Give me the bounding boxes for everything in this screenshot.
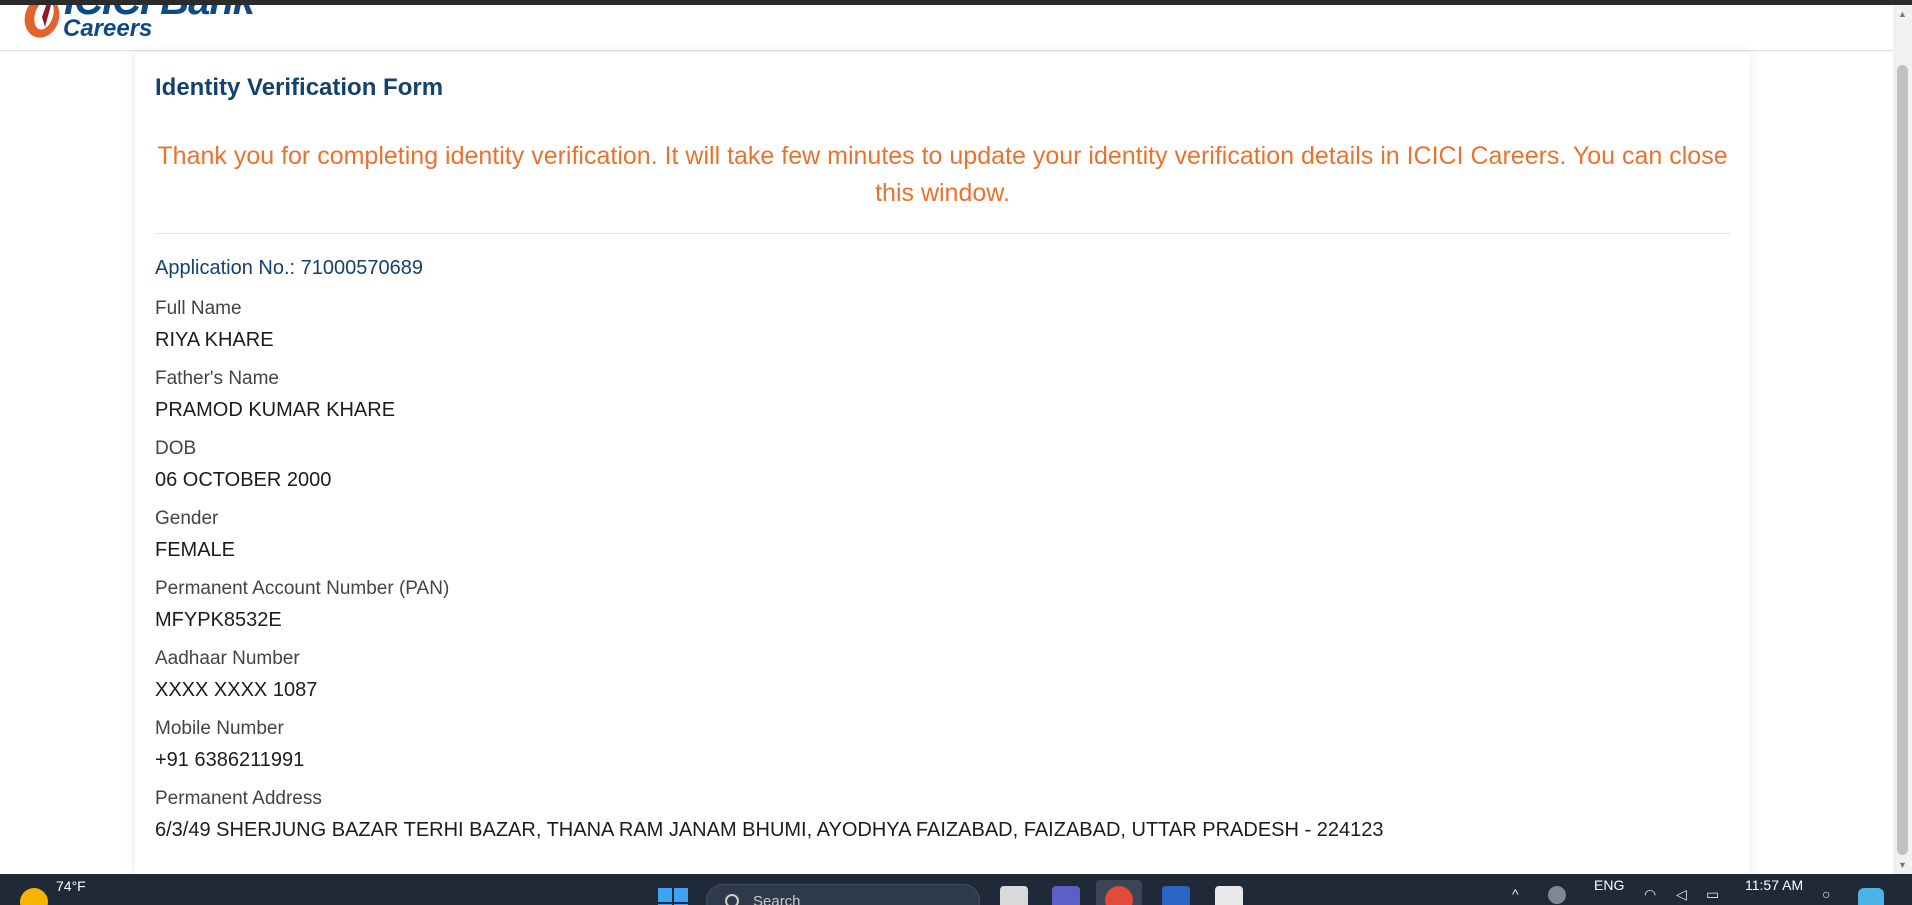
field-full-name: Full Name RIYA KHARE — [155, 297, 1715, 353]
page-title: Identity Verification Form — [155, 74, 444, 101]
field-value: MFYPK8532E — [155, 609, 282, 631]
clock-time[interactable]: 11:57 AM — [1745, 877, 1803, 905]
field-fathers-name: Father's Name PRAMOD KUMAR KHARE — [155, 367, 1715, 423]
field-mobile: Mobile Number +91 6386211991 — [155, 717, 1715, 773]
field-label: Aadhaar Number — [155, 648, 300, 669]
field-value: 6/3/49 SHERJUNG BAZAR TERHI BAZAR, THANA… — [155, 819, 1384, 841]
taskbar-search[interactable]: Search — [706, 884, 980, 905]
windows-taskbar: 74°F Search ^ ENG ◠ ◁ ▭ 11:57 AM ○ — [0, 874, 1912, 905]
field-value: +91 6386211991 — [155, 749, 305, 771]
app-icon[interactable] — [1215, 886, 1243, 905]
application-number: Application No.: 71000570689 — [155, 257, 423, 279]
field-value: FEMALE — [155, 539, 236, 561]
field-address: Permanent Address 6/3/49 SHERJUNG BAZAR … — [155, 787, 1715, 843]
field-aadhaar: Aadhaar Number XXXX XXXX 1087 — [155, 647, 1715, 703]
field-value: RIYA KHARE — [155, 329, 274, 351]
field-label: Permanent Address — [155, 788, 322, 809]
copilot-icon[interactable] — [1858, 888, 1884, 905]
field-label: Full Name — [155, 298, 242, 319]
start-button[interactable] — [658, 888, 688, 905]
weather-icon — [20, 888, 48, 905]
volume-icon[interactable]: ◁ — [1676, 886, 1687, 903]
battery-icon[interactable]: ▭ — [1706, 886, 1719, 903]
teams-icon[interactable] — [1052, 886, 1080, 905]
field-value: 06 OCTOBER 2000 — [155, 469, 332, 491]
site-header: ICICI Bank Careers — [0, 5, 1893, 51]
word-icon[interactable] — [1162, 886, 1190, 905]
field-value: PRAMOD KUMAR KHARE — [155, 399, 396, 421]
wifi-icon[interactable]: ◠ — [1644, 886, 1656, 903]
divider — [155, 233, 1730, 234]
search-icon — [725, 894, 739, 905]
search-placeholder: Search — [753, 893, 801, 905]
thank-you-message: Thank you for completing identity verifi… — [157, 142, 1728, 207]
vertical-scrollbar[interactable]: ▲ ▼ — [1893, 5, 1912, 874]
field-dob: DOB 06 OCTOBER 2000 — [155, 437, 1715, 493]
start-icon — [658, 888, 672, 902]
scroll-thumb[interactable] — [1897, 65, 1908, 855]
chevron-up-icon[interactable]: ^ — [1512, 886, 1519, 902]
field-gender: Gender FEMALE — [155, 507, 1715, 563]
weather-temperature: 74°F — [56, 878, 86, 894]
field-pan: Permanent Account Number (PAN) MFYPK8532… — [155, 577, 1715, 633]
field-value: XXXX XXXX 1087 — [155, 679, 318, 701]
task-view-icon[interactable] — [1000, 886, 1028, 905]
notification-icon[interactable]: ○ — [1822, 886, 1830, 902]
verification-card: Identity Verification Form Thank you for… — [135, 52, 1750, 874]
field-label: Permanent Account Number (PAN) — [155, 578, 450, 599]
field-label: Mobile Number — [155, 718, 284, 739]
language-indicator[interactable]: ENG — [1594, 877, 1624, 905]
field-label: DOB — [155, 438, 197, 459]
logo-careers-text: Careers — [63, 15, 153, 42]
scroll-down-icon[interactable]: ▼ — [1893, 856, 1912, 874]
page-content: Identity Verification Form Thank you for… — [0, 52, 1893, 874]
field-label: Gender — [155, 508, 219, 529]
scroll-up-icon[interactable]: ▲ — [1893, 5, 1912, 23]
network-icon[interactable] — [1548, 886, 1566, 904]
field-label: Father's Name — [155, 368, 280, 389]
start-icon-pane — [674, 888, 688, 902]
icici-logo-icon[interactable] — [20, 5, 66, 39]
